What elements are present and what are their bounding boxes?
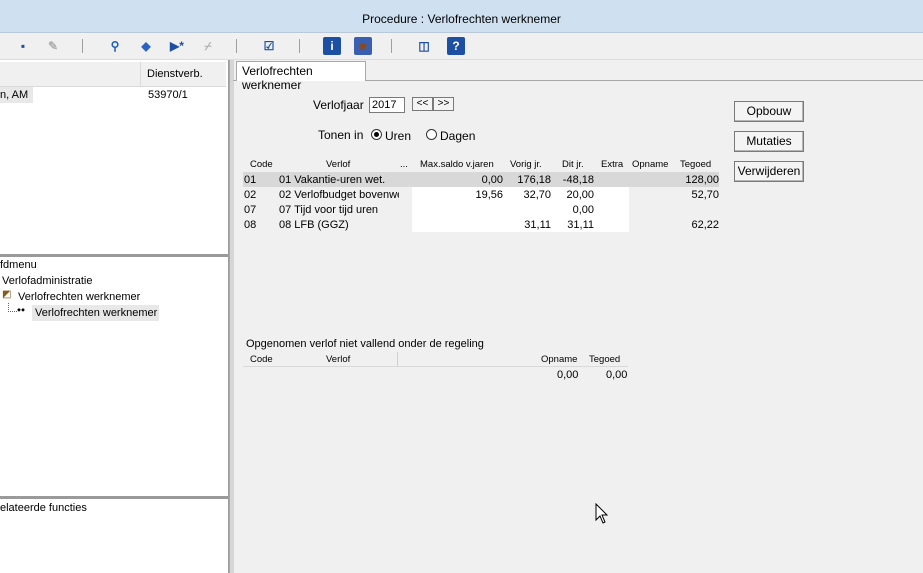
related-functions-title: elateerde functies [0,502,87,514]
col-header-more[interactable]: ... [400,159,408,170]
show-in-label: Tonen in [318,128,364,142]
tab-baseline-left [233,80,236,81]
col-header-dit[interactable]: Dit jr. [562,159,584,170]
next-year-button[interactable]: >> [433,97,454,111]
tab-baseline [366,80,923,81]
cell-tegoed[interactable]: 128,00 [672,174,719,186]
cell-code[interactable]: 08 [244,219,274,231]
mouse-cursor-icon [595,503,609,524]
other-col-verlof[interactable]: Verlof [326,354,351,365]
col-header-tegoed[interactable]: Tegoed [680,159,712,170]
window-title: Procedure : Verlofrechten werknemer [362,12,561,26]
tree-item-verlofrechten-selected[interactable]: Verlofrechten werknemer [35,307,157,319]
delete-button[interactable]: Verwijderen [734,161,804,182]
employee-name[interactable]: n, AM [0,89,28,101]
toolbar-separator [391,39,392,53]
tree-connector [8,303,17,312]
toolbar-separator [236,39,237,53]
person-icon[interactable]: ☻ [354,37,372,55]
search-icon[interactable]: ⚲ [106,37,124,55]
col-header-max-saldo[interactable]: Max.saldo v.jaren [420,159,494,170]
radio-hours[interactable] [371,129,382,140]
other-col-opname[interactable]: Opname [541,354,578,365]
column-divider [140,62,141,86]
save-icon[interactable]: ▪ [14,37,32,55]
col-header-dienstverband[interactable]: Dienstverb. [147,68,203,80]
cell-dit[interactable]: 31,11 [552,219,594,231]
procedure-icon: ⬩⬩ [17,304,25,316]
cell-verlof[interactable]: 07 Tijd voor tijd uren [279,204,399,216]
tree-item-verlofrechten[interactable]: Verlofrechten werknemer [18,291,140,303]
other-total-tegoed: 0,00 [606,369,628,381]
toolbar-separator [299,39,300,53]
year-label: Verlofjaar [313,98,364,112]
radio-days-label[interactable]: Dagen [440,129,475,143]
vertical-splitter[interactable] [229,60,234,573]
radio-hours-label[interactable]: Uren [385,129,411,143]
other-col-code[interactable]: Code [250,354,273,365]
horizontal-splitter[interactable] [0,254,228,257]
mutations-button[interactable]: Mutaties [734,131,804,152]
year-field[interactable]: 2017 [369,97,405,113]
cell-dit[interactable]: 0,00 [552,204,594,216]
column-divider [397,352,398,366]
toolbar: ▪ ✎ ⚲ ◆ ▶* ⌿ ☑ i ☻ ◫? [0,33,923,60]
cell-dit[interactable]: -48,18 [552,174,594,186]
radio-days[interactable] [426,129,437,140]
cell-verlof[interactable]: 08 LFB (GGZ) [279,219,399,231]
new-record-icon[interactable]: ▶* [168,37,186,55]
eraser-icon[interactable]: ◆ [137,37,155,55]
tree-item-root[interactable]: fdmenu [0,259,37,271]
cell-dit[interactable]: 20,00 [552,189,594,201]
cell-code[interactable]: 01 [244,174,274,186]
cell-verlof[interactable]: 02 Verlofbudget bovenwe [279,189,399,201]
cell-verlof[interactable]: 01 Vakantie-uren wet. [279,174,399,186]
col-header-vorig[interactable]: Vorig jr. [510,159,542,170]
info-icon[interactable]: i [323,37,341,55]
cell-vorig[interactable]: 31,11 [505,219,551,231]
tree-item-verlofadministratie[interactable]: Verlofadministratie [2,275,93,287]
cell-code[interactable]: 07 [244,204,274,216]
cell-tegoed[interactable]: 62,22 [672,219,719,231]
other-total-opname: 0,00 [557,369,579,381]
col-header-verlof[interactable]: Verlof [326,159,351,170]
help-icon[interactable]: ? [447,37,465,55]
window-icon[interactable]: ◫ [415,37,433,55]
checklist-icon[interactable]: ☑ [260,37,278,55]
cell-tegoed[interactable]: 52,70 [672,189,719,201]
cell-vorig[interactable]: 176,18 [505,174,551,186]
cell-vorig[interactable]: 32,70 [505,189,551,201]
horizontal-splitter-2[interactable] [0,496,228,499]
cell-max[interactable]: 0,00 [412,174,503,186]
other-col-tegoed[interactable]: Tegoed [589,354,621,365]
folder-open-icon: ◩ [2,289,12,300]
employee-dienstverband[interactable]: 53970/1 [148,89,188,101]
title-bar: Procedure : Verlofrechten werknemer [0,0,923,33]
employee-list-header: Dienstverb. [0,62,226,87]
delete-disabled-icon: ⌿ [204,38,212,53]
cell-max[interactable]: 19,56 [412,189,503,201]
col-header-opname[interactable]: Opname [632,159,669,170]
edit-disabled-icon: ✎ [47,39,59,53]
other-leave-title: Opgenomen verlof niet vallend onder de r… [246,338,484,350]
cell-code[interactable]: 02 [244,189,274,201]
toolbar-separator [82,39,83,53]
tab-verlofrechten[interactable]: Verlofrechten werknemer [236,61,366,92]
build-button[interactable]: Opbouw [734,101,804,122]
col-header-extra[interactable]: Extra [601,159,624,170]
previous-year-button[interactable]: << [412,97,433,111]
col-header-code[interactable]: Code [250,159,273,170]
